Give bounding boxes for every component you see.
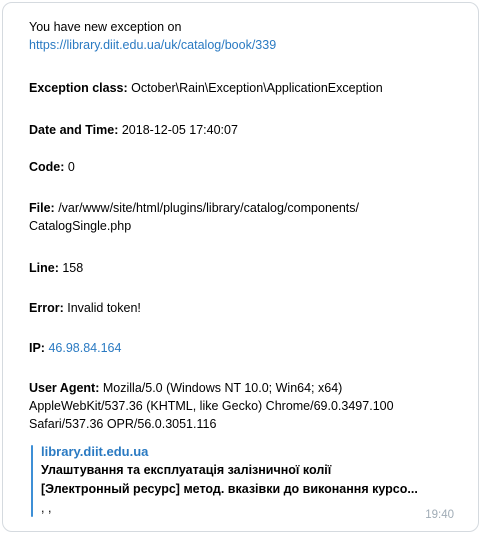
- user-agent-line1: Mozilla/5.0 (Windows NT 10.0; Win64; x64…: [102, 381, 343, 395]
- file-row: File: /var/www/site/html/plugins/library…: [29, 200, 359, 216]
- user-agent-row-2: AppleWebKit/537.36 (KHTML, like Gecko) C…: [29, 398, 394, 414]
- exception-url-link[interactable]: https://library.diit.edu.ua/uk/catalog/b…: [29, 38, 276, 52]
- user-agent-row-3: Safari/537.36 OPR/56.0.3051.116: [29, 416, 216, 432]
- preview-description: , ,: [41, 501, 52, 515]
- datetime-row: Date and Time: 2018-12-05 17:40:07: [29, 122, 238, 138]
- message-bubble: You have new exception on https://librar…: [2, 2, 479, 532]
- preview-title-line2: [Электронный ресурс] метод. вказівки до …: [41, 482, 418, 496]
- file-row-cont: CatalogSingle.php: [29, 218, 131, 234]
- code-label: Code:: [29, 160, 65, 174]
- user-agent-line3: Safari/537.36 OPR/56.0.3051.116: [29, 417, 217, 431]
- preview-site-name: library.diit.edu.ua: [41, 444, 149, 459]
- file-value-line2: CatalogSingle.php: [29, 219, 132, 233]
- preview-title: Улаштування та експлуатація залізничної …: [41, 461, 471, 499]
- code-value: 0: [67, 160, 75, 174]
- datetime-label: Date and Time:: [29, 123, 119, 137]
- intro-text: You have new exception on: [29, 19, 181, 35]
- datetime-value: 2018-12-05 17:40:07: [121, 123, 238, 137]
- code-row: Code: 0: [29, 159, 75, 175]
- error-label: Error:: [29, 301, 64, 315]
- preview-accent-bar: [31, 445, 33, 517]
- exception-url-row: https://library.diit.edu.ua/uk/catalog/b…: [29, 37, 276, 53]
- exception-class-value: October\Rain\Exception\ApplicationExcept…: [131, 81, 383, 95]
- link-preview[interactable]: library.diit.edu.ua Улаштування та експл…: [31, 443, 471, 521]
- error-value: Invalid token!: [67, 301, 141, 315]
- user-agent-row: User Agent: Mozilla/5.0 (Windows NT 10.0…: [29, 380, 342, 396]
- ip-label: IP:: [29, 341, 45, 355]
- preview-title-line1: Улаштування та експлуатація залізничної …: [41, 463, 332, 477]
- user-agent-line2: AppleWebKit/537.36 (KHTML, like Gecko) C…: [29, 399, 394, 413]
- intro-label: You have new exception on: [29, 20, 182, 34]
- file-value-line1: /var/www/site/html/plugins/library/catal…: [58, 201, 360, 215]
- file-label: File:: [29, 201, 55, 215]
- line-row: Line: 158: [29, 260, 83, 276]
- error-row: Error: Invalid token!: [29, 300, 141, 316]
- message-timestamp: 19:40: [425, 509, 454, 521]
- ip-link[interactable]: 46.98.84.164: [48, 341, 121, 355]
- line-value: 158: [62, 261, 84, 275]
- user-agent-label: User Agent:: [29, 381, 100, 395]
- line-label: Line:: [29, 261, 59, 275]
- ip-row: IP: 46.98.84.164: [29, 340, 121, 356]
- exception-class-row: Exception class: October\Rain\Exception\…: [29, 80, 383, 96]
- exception-class-label: Exception class:: [29, 81, 128, 95]
